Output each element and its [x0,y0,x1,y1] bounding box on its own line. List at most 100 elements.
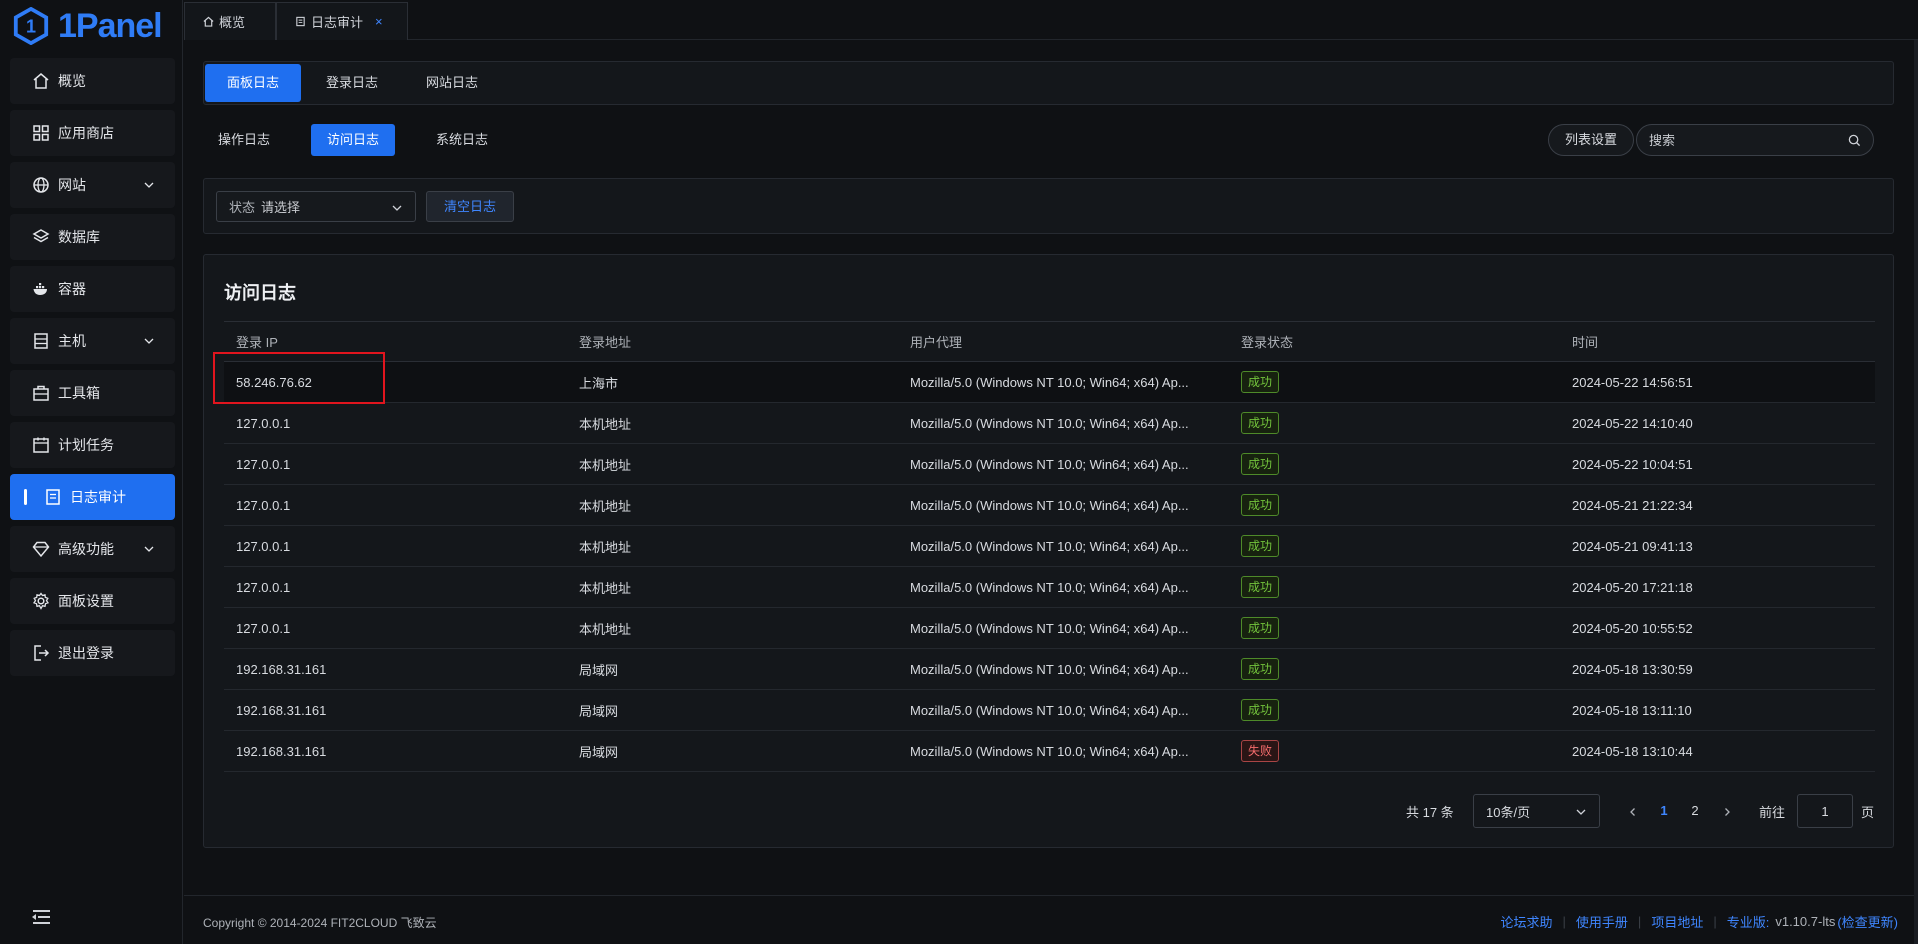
prev-page-button[interactable] [1619,794,1647,828]
table-row[interactable]: 127.0.0.1 本机地址 Mozilla/5.0 (Windows NT 10.… [224,607,1875,649]
table-row[interactable]: 127.0.0.1 本机地址 Mozilla/5.0 (Windows NT 10.… [224,402,1875,444]
collapse-menu-icon[interactable] [30,908,52,926]
sidebar-item-server[interactable]: 主机 [10,318,175,364]
cell-address: 本机地址 [567,484,898,526]
sidebar-menu: 概览应用商店网站数据库容器主机工具箱计划任务日志审计高级功能面板设置退出登录 [10,58,175,682]
cell-ip: 192.168.31.161 [224,730,567,772]
sidebar-item-label: 概览 [58,73,86,89]
sidebar-item-layers[interactable]: 数据库 [10,214,175,260]
search-input[interactable] [1649,132,1839,148]
page-scrollbar[interactable] [1914,40,1918,944]
sidebar-item-docker[interactable]: 容器 [10,266,175,312]
manual-link[interactable]: 使用手册 [1576,912,1628,931]
search-box [1636,124,1874,156]
chevron-down-icon [1576,809,1586,815]
sidebar-item-log[interactable]: 日志审计 [10,474,175,520]
sidebar-item-label: 高级功能 [58,541,114,557]
check-update-link[interactable]: (检查更新) [1837,912,1898,931]
page-1-button[interactable]: 1 [1650,794,1678,828]
sidebar-item-label: 网站 [58,177,86,193]
copyright: Copyright © 2014-2024 FIT2CLOUD 飞致云 [203,916,437,930]
col-login-ip: 登录 IP [224,321,567,362]
calendar-icon [33,437,49,453]
clear-log-button[interactable]: 清空日志 [426,191,514,222]
cell-user-agent: Mozilla/5.0 (Windows NT 10.0; Win64; x64… [898,484,1229,526]
cell-address: 本机地址 [567,566,898,608]
user-agent-text: Mozilla/5.0 (Windows NT 10.0; Win64; x64… [910,375,1189,391]
table-row[interactable]: 58.246.76.62 上海市 Mozilla/5.0 (Windows NT 1… [224,361,1875,403]
cell-ip: 192.168.31.161 [224,689,567,731]
table-row[interactable]: 192.168.31.161 局域网 Mozilla/5.0 (Windows NT… [224,689,1875,731]
tab-overview[interactable]: 概览 [184,2,276,40]
column-settings-button[interactable]: 列表设置 [1548,124,1634,156]
table-row[interactable]: 127.0.0.1 本机地址 Mozilla/5.0 (Windows NT 10.… [224,525,1875,567]
sidebar-item-label: 应用商店 [58,125,114,141]
table-row[interactable]: 127.0.0.1 本机地址 Mozilla/5.0 (Windows NT 10.… [224,443,1875,485]
table-row[interactable]: 192.168.31.161 局域网 Mozilla/5.0 (Windows NT… [224,730,1875,772]
status-select[interactable]: 状态 请选择 [216,191,416,222]
chevron-down-icon [144,546,154,552]
segment-operation-log[interactable]: 操作日志 [202,124,286,156]
table-row[interactable]: 127.0.0.1 本机地址 Mozilla/5.0 (Windows NT 10.… [224,566,1875,608]
col-user-agent: 用户代理 [898,321,1229,362]
sidebar-item-label: 面板设置 [58,593,114,609]
page-2-button[interactable]: 2 [1681,794,1709,828]
user-agent-text: Mozilla/5.0 (Windows NT 10.0; Win64; x64… [910,498,1189,514]
page-size-select[interactable]: 10条/页 [1473,794,1600,828]
tab-website-log[interactable]: 网站日志 [404,64,500,102]
chevron-left-icon [1630,807,1635,816]
sidebar-item-home[interactable]: 概览 [10,58,175,104]
segment-system-log[interactable]: 系统日志 [420,124,504,156]
tab-login-log[interactable]: 登录日志 [304,64,400,102]
home-icon [33,73,49,89]
status-badge: 成功 [1241,371,1280,393]
cell-status: 成功 [1229,607,1560,649]
chevron-right-icon [1725,807,1730,816]
cell-user-agent: Mozilla/5.0 (Windows NT 10.0; Win64; x64… [898,402,1229,444]
status-badge: 成功 [1241,658,1280,680]
segment-access-log[interactable]: 访问日志 [311,124,396,156]
sidebar-item-toolbox[interactable]: 工具箱 [10,370,175,416]
close-tab-icon[interactable]: × [375,14,383,29]
tab-panel-log[interactable]: 面板日志 [205,64,302,102]
sidebar-item-grid[interactable]: 应用商店 [10,110,175,156]
cell-time: 2024-05-21 21:22:34 [1560,484,1875,526]
home-icon [203,16,214,27]
goto-label: 前往 [1759,804,1786,820]
tab-log-audit-label: 日志审计 [311,15,364,30]
cell-time: 2024-05-21 09:41:13 [1560,525,1875,567]
table-row[interactable]: 192.168.31.161 局域网 Mozilla/5.0 (Windows NT… [224,648,1875,690]
divider: | [1713,914,1717,929]
status-badge: 成功 [1241,453,1280,475]
user-agent-text: Mozilla/5.0 (Windows NT 10.0; Win64; x64… [910,580,1189,596]
sidebar-item-gear[interactable]: 面板设置 [10,578,175,624]
table-row[interactable]: 127.0.0.1 本机地址 Mozilla/5.0 (Windows NT 10.… [224,484,1875,526]
diamond-icon [32,541,50,558]
sidebar-item-calendar[interactable]: 计划任务 [10,422,175,468]
cell-time: 2024-05-20 17:21:18 [1560,566,1875,608]
sidebar-item-logout[interactable]: 退出登录 [10,630,175,676]
chevron-down-icon [392,205,402,211]
forum-link[interactable]: 论坛求助 [1501,912,1553,931]
next-page-button[interactable] [1713,794,1741,828]
status-badge: 成功 [1241,699,1280,721]
user-agent-text: Mozilla/5.0 (Windows NT 10.0; Win64; x64… [910,621,1189,637]
tab-log-audit[interactable]: 日志审计 × [276,2,408,40]
log-icon [296,16,305,27]
project-link[interactable]: 项目地址 [1651,912,1703,931]
access-log-table: 登录 IP 登录地址 用户代理 登录状态 时间 58.246.76.62 上海市 M… [224,321,1875,772]
cell-user-agent: Mozilla/5.0 (Windows NT 10.0; Win64; x64… [898,525,1229,567]
sidebar-item-globe[interactable]: 网站 [10,162,175,208]
brand-name: 1Panel [58,6,163,45]
search-icon[interactable] [1848,134,1861,147]
cell-ip: 127.0.0.1 [224,607,567,649]
cell-address: 局域网 [567,648,898,690]
sidebar-item-label: 日志审计 [70,489,126,505]
status-badge: 成功 [1241,617,1280,639]
sidebar-item-diamond[interactable]: 高级功能 [10,526,175,572]
goto-page-input[interactable] [1797,794,1853,828]
logo[interactable]: 1 1Panel [12,5,163,47]
cell-user-agent: Mozilla/5.0 (Windows NT 10.0; Win64; x64… [898,648,1229,690]
status-badge: 成功 [1241,576,1280,598]
cell-user-agent: Mozilla/5.0 (Windows NT 10.0; Win64; x64… [898,361,1229,403]
